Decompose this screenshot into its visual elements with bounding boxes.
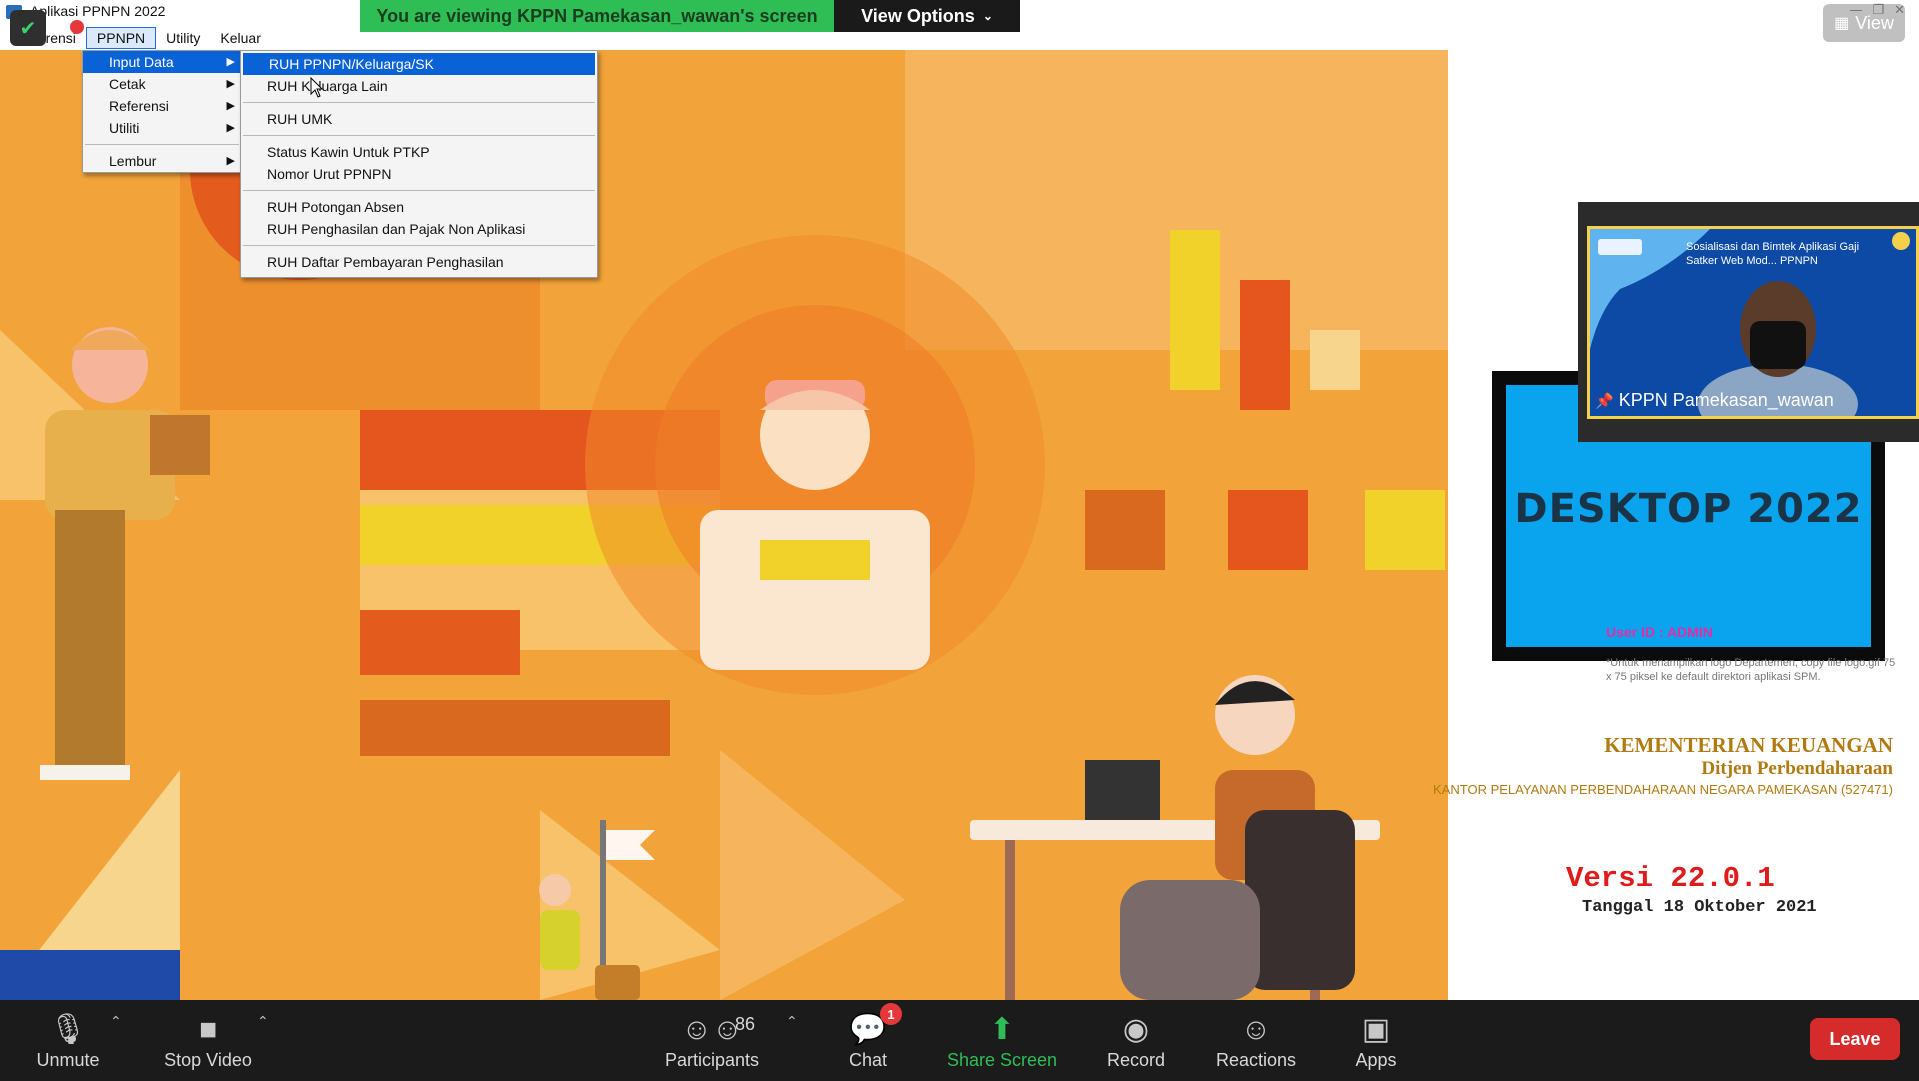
participants-icon: ☺☺ xyxy=(681,1013,743,1046)
security-shield-icon[interactable]: ✔ xyxy=(10,10,46,46)
menu-item-input-data[interactable]: Input Data ▶ xyxy=(83,51,241,73)
video-camera-icon: ■ xyxy=(198,1013,218,1046)
pin-icon: 📌 xyxy=(1595,393,1614,410)
menu-item-ruh-potongan-absen[interactable]: RUH Potongan Absen xyxy=(241,196,597,218)
meeting-toolbar: 🎙 Unmute ⌃ ■ Stop Video ⌃ ☺☺ Participant… xyxy=(0,1000,1919,1081)
version-date: Tanggal 18 Oktober 2021 xyxy=(1582,898,1817,917)
user-id-label: User ID : ADMIN xyxy=(1606,624,1713,640)
screen-share-banner: You are viewing KPPN Pamekasan_wawan's s… xyxy=(360,0,834,32)
menu-separator xyxy=(243,135,595,136)
stop-video-button[interactable]: ■ Stop Video xyxy=(150,1000,266,1081)
chevron-down-icon: ⌄ xyxy=(982,9,993,23)
desktop-wallpaper xyxy=(0,50,1448,1000)
unmute-button[interactable]: 🎙 Unmute xyxy=(20,1000,116,1081)
menu-ppnpn[interactable]: PPNPN xyxy=(85,27,157,49)
participants-button[interactable]: ☺☺ Participants xyxy=(650,1000,774,1081)
apps-label: Apps xyxy=(1355,1050,1397,1070)
reactions-button[interactable]: ☺ Reactions xyxy=(1208,1000,1304,1081)
unmute-label: Unmute xyxy=(36,1050,100,1070)
submenu-arrow-icon: ▶ xyxy=(226,78,235,90)
menu-item-ruh-umk[interactable]: RUH UMK xyxy=(241,108,597,130)
smiley-icon: ☺ xyxy=(1240,1013,1272,1046)
view-options-label: View Options xyxy=(861,5,975,26)
participant-name: KPPN Pamekasan_wawan xyxy=(1618,390,1834,410)
record-label: Record xyxy=(1106,1050,1166,1070)
version-label: Versi 22.0.1 xyxy=(1566,862,1775,895)
apps-icon: ▣ xyxy=(1361,1013,1391,1046)
submenu-arrow-icon: ▶ xyxy=(226,56,235,68)
menu-item-label: Lembur xyxy=(109,153,157,169)
share-screen-label: Share Screen xyxy=(946,1050,1058,1070)
record-icon: ◉ xyxy=(1122,1013,1150,1046)
submenu-arrow-icon: ▶ xyxy=(226,155,235,167)
menu-item-label: Utiliti xyxy=(109,120,140,136)
video-options-caret-icon[interactable]: ⌃ xyxy=(257,1014,269,1030)
logo-note: *Untuk menampilkan logo Departemen, copy… xyxy=(1606,657,1896,683)
participants-count: 86 xyxy=(735,1014,756,1034)
office-title: KANTOR PELAYANAN PERBENDAHARAAN NEGARA P… xyxy=(1433,782,1893,797)
view-options-button[interactable]: View Options ⌄ xyxy=(834,0,1020,32)
directorate-title: Ditjen Perbendaharaan xyxy=(1701,758,1893,779)
menu-item-utiliti[interactable]: Utiliti ▶ xyxy=(83,117,241,139)
app-title: Aplikasi PPNPN 2022 xyxy=(30,3,166,19)
menu-item-nomor-urut[interactable]: Nomor Urut PPNPN xyxy=(241,163,597,185)
share-screen-button[interactable]: ⬆ Share Screen xyxy=(940,1000,1064,1081)
input-data-submenu: RUH PPNPN/Keluarga/SK RUH Keluarga Lain … xyxy=(240,50,598,278)
view-button-label: View xyxy=(1855,12,1894,33)
ministry-title: KEMENTERIAN KEUANGAN xyxy=(1604,733,1893,757)
menu-item-ruh-ppnpn[interactable]: RUH PPNPN/Keluarga/SK xyxy=(243,53,595,75)
desktop-card-title: DESKTOP 2022 xyxy=(1514,486,1863,532)
record-button[interactable]: ◉ Record xyxy=(1096,1000,1176,1081)
participants-label: Participants xyxy=(664,1050,760,1070)
apps-button[interactable]: ▣ Apps xyxy=(1336,1000,1416,1081)
chat-unread-badge: 1 xyxy=(880,1003,902,1025)
video-slide-title: Sosialisasi dan Bimtek Aplikasi Gaji Sat… xyxy=(1686,241,1860,267)
share-screen-icon: ⬆ xyxy=(989,1013,1015,1046)
menu-item-label: Input Data xyxy=(109,54,174,70)
submenu-arrow-icon: ▶ xyxy=(226,122,235,134)
menu-item-label: Cetak xyxy=(109,76,146,92)
menu-item-ruh-penghasilan-pajak[interactable]: RUH Penghasilan dan Pajak Non Aplikasi xyxy=(241,218,597,240)
menu-separator xyxy=(243,245,595,246)
mouse-cursor-icon xyxy=(310,77,324,98)
view-layout-button[interactable]: ▦ View xyxy=(1823,4,1905,42)
muted-microphone-icon: 🎙 xyxy=(48,1013,88,1046)
stop-video-label: Stop Video xyxy=(164,1050,252,1070)
menu-item-status-kawin[interactable]: Status Kawin Untuk PTKP xyxy=(241,141,597,163)
reactions-label: Reactions xyxy=(1215,1050,1297,1070)
audio-options-caret-icon[interactable]: ⌃ xyxy=(110,1014,122,1030)
participant-name-label: 📌 KPPN Pamekasan_wawan xyxy=(1595,390,1834,411)
menu-item-referensi[interactable]: Referensi ▶ xyxy=(83,95,241,117)
menu-item-cetak[interactable]: Cetak ▶ xyxy=(83,73,241,95)
ppnpn-dropdown: Input Data ▶ Cetak ▶ Referensi ▶ Utiliti ▶ L… xyxy=(82,50,242,173)
chat-label: Chat xyxy=(848,1050,888,1070)
leave-meeting-button[interactable]: Leave xyxy=(1810,1018,1900,1060)
menu-item-ruh-daftar-pembayaran[interactable]: RUH Daftar Pembayaran Penghasilan xyxy=(241,251,597,273)
menu-separator xyxy=(243,190,595,191)
grid-icon: ▦ xyxy=(1834,15,1850,32)
menu-item-lembur[interactable]: Lembur ▶ xyxy=(83,150,241,172)
wallpaper-illustration xyxy=(0,50,1448,1000)
menu-separator xyxy=(243,102,595,103)
menu-keluar[interactable]: Keluar xyxy=(210,28,270,48)
viewing-screen-label: You are viewing KPPN Pamekasan_wawan's s… xyxy=(360,0,834,32)
menu-utility[interactable]: Utility xyxy=(156,28,210,48)
submenu-arrow-icon: ▶ xyxy=(226,100,235,112)
menu-separator xyxy=(85,144,239,145)
recording-indicator-icon xyxy=(70,20,84,34)
participants-caret-icon[interactable]: ⌃ xyxy=(786,1014,798,1030)
menu-item-ruh-keluarga-lain[interactable]: RUH Keluarga Lain xyxy=(241,75,597,97)
menu-item-label: Referensi xyxy=(109,98,169,114)
